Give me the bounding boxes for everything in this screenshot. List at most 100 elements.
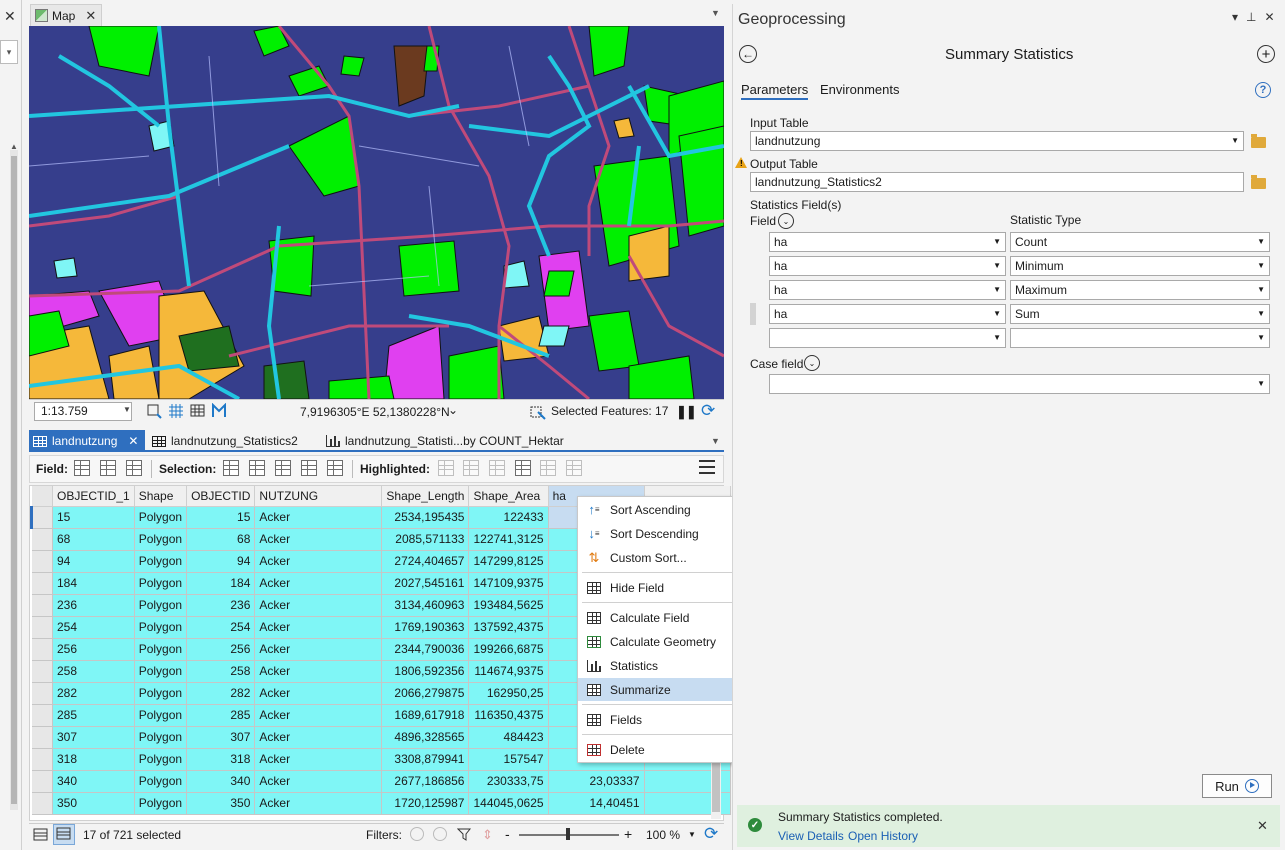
table-cell-length[interactable]: 2534,195435 [381, 506, 470, 529]
chevron-down-icon[interactable]: ▼ [123, 405, 131, 414]
statistics-field-select[interactable]: ha ▼ [769, 304, 1006, 324]
zoom-out-button[interactable]: - [505, 826, 510, 842]
table-cell-shape[interactable]: Polygon [134, 594, 188, 617]
column-header[interactable]: Shape_Area [468, 486, 549, 507]
chevron-down-icon[interactable]: ⌄ [778, 213, 794, 229]
table-cell-objectid[interactable]: 68 [186, 528, 256, 551]
menu-item-sort-descending[interactable]: ↓ ≡ Sort Descending [578, 522, 753, 545]
table-cell-objectid-1[interactable]: 282 [52, 682, 135, 705]
column-header[interactable]: OBJECTID_1 [52, 486, 135, 507]
table-cell-objectid-1[interactable]: 318 [52, 748, 135, 771]
chevron-down-icon[interactable]: ⌄ [804, 355, 820, 371]
table-cell-length[interactable]: 1689,617918 [381, 704, 470, 727]
case-field-select[interactable]: ▼ [769, 374, 1270, 394]
tab-environments[interactable]: Environments [820, 82, 899, 97]
menu-item-custom-sort[interactable]: ⇅ Custom Sort... [578, 546, 753, 569]
table-cell-nutzung[interactable]: Acker [254, 726, 383, 749]
table-cell-nutzung[interactable]: Acker [254, 550, 383, 573]
row-header[interactable] [31, 616, 53, 639]
table-cell-objectid-1[interactable]: 236 [52, 594, 135, 617]
statistic-type-select[interactable]: ▼ [1010, 328, 1270, 348]
reduce-selection-icon[interactable] [515, 460, 531, 476]
fixed-zoom-icon[interactable] [146, 403, 162, 419]
run-button[interactable]: Run [1202, 774, 1272, 798]
table-cell-objectid[interactable]: 350 [186, 792, 256, 815]
table-cell-nutzung[interactable]: Acker [254, 770, 383, 793]
chevron-down-icon[interactable]: ▼ [688, 830, 696, 839]
table-cell-shape[interactable]: Polygon [134, 638, 188, 661]
statistic-type-select[interactable]: Maximum ▼ [1010, 280, 1270, 300]
table-cell-shape[interactable]: Polygon [134, 550, 188, 573]
table-cell-area[interactable]: 147299,8125 [468, 550, 549, 573]
column-header[interactable]: NUTZUNG [254, 486, 383, 507]
row-header[interactable] [31, 792, 53, 815]
table-cell-objectid[interactable]: 258 [186, 660, 256, 683]
zoom-slider-handle[interactable] [566, 828, 570, 840]
column-header[interactable]: Shape [134, 486, 188, 507]
table-cell-area[interactable]: 114674,9375 [468, 660, 549, 683]
map-canvas[interactable] [29, 26, 724, 399]
table-cell-length[interactable]: 2724,404657 [381, 550, 470, 573]
row-header[interactable] [30, 506, 53, 529]
left-scrollbar-thumb[interactable] [11, 156, 17, 804]
table-cell-objectid[interactable]: 340 [186, 770, 256, 793]
table-cell-length[interactable]: 2066,279875 [381, 682, 470, 705]
statistics-field-select[interactable]: ha ▼ [769, 256, 1006, 276]
table-cell-area[interactable]: 122741,3125 [468, 528, 549, 551]
zoom-in-button[interactable]: + [624, 826, 632, 842]
select-features-icon[interactable] [530, 404, 546, 420]
table-cell-length[interactable]: 1720,125987 [381, 792, 470, 815]
menu-item-hide-field[interactable]: Hide Field [578, 576, 753, 599]
table-cell-objectid[interactable]: 184 [186, 572, 256, 595]
table-cell-area[interactable]: 144045,0625 [468, 792, 549, 815]
table-row[interactable]: 350 Polygon 350 Acker 1720,125987 144045,0625… [31, 792, 731, 815]
statistic-type-select[interactable]: Count ▼ [1010, 232, 1270, 252]
row-header[interactable] [31, 550, 53, 573]
zoom-to-selection-icon[interactable] [249, 460, 265, 476]
pane-options-icon[interactable]: ▾ [1232, 10, 1246, 24]
table-cell-nutzung[interactable]: Acker [254, 638, 383, 661]
time-filter-icon[interactable] [410, 827, 424, 841]
table-cell-objectid-1[interactable]: 307 [52, 726, 135, 749]
snapping-icon[interactable] [211, 403, 227, 419]
menu-item-summarize[interactable]: Summarize [578, 678, 753, 701]
row-header[interactable] [31, 594, 53, 617]
table-cell-nutzung[interactable]: Acker [254, 792, 383, 815]
tab-landnutzung-statistics2[interactable]: landnutzung_Statistics2 [148, 430, 318, 452]
select-by-attributes-icon[interactable] [223, 460, 239, 476]
table-cell-objectid[interactable]: 254 [186, 616, 256, 639]
column-header[interactable]: Shape_Length [381, 486, 470, 507]
table-cell-area[interactable]: 122433 [468, 506, 549, 529]
table-cell-nutzung[interactable]: Acker [254, 660, 383, 683]
table-cell-objectid-1[interactable]: 184 [52, 572, 135, 595]
table-cell-nutzung[interactable]: Acker [254, 616, 383, 639]
chevron-down-icon[interactable]: ▼ [711, 436, 720, 446]
row-header[interactable] [31, 704, 53, 727]
show-all-records-icon[interactable] [33, 827, 49, 846]
table-cell-objectid-1[interactable]: 68 [52, 528, 135, 551]
menu-item-statistics[interactable]: Statistics [578, 654, 753, 677]
unhighlight-icon[interactable] [489, 460, 505, 476]
pin-icon[interactable]: ⊥ [1246, 10, 1264, 24]
add-field-icon[interactable] [74, 460, 90, 476]
switch-selection-icon[interactable] [275, 460, 291, 476]
refresh-icon[interactable]: ⟳ [704, 824, 718, 844]
table-cell-objectid-1[interactable]: 350 [52, 792, 135, 815]
row-header[interactable] [31, 748, 53, 771]
table-cell-objectid-1[interactable]: 285 [52, 704, 135, 727]
delete-highlighted-icon[interactable] [540, 460, 556, 476]
table-cell-objectid-1[interactable]: 340 [52, 770, 135, 793]
table-cell-objectid-1[interactable]: 254 [52, 616, 135, 639]
view-details-link[interactable]: View Details [778, 829, 844, 843]
row-header[interactable] [31, 726, 53, 749]
table-cell-length[interactable]: 2677,186856 [381, 770, 470, 793]
table-cell-nutzung[interactable]: Acker [254, 682, 383, 705]
table-cell-objectid[interactable]: 236 [186, 594, 256, 617]
statistics-field-select[interactable]: ▼ [769, 328, 1006, 348]
table-cell-area[interactable]: 193484,5625 [468, 594, 549, 617]
table-cell-shape[interactable]: Polygon [134, 726, 188, 749]
row-header[interactable] [31, 572, 53, 595]
table-cell-length[interactable]: 4896,328565 [381, 726, 470, 749]
statistic-type-select[interactable]: Sum ▼ [1010, 304, 1270, 324]
row-header[interactable] [31, 682, 53, 705]
